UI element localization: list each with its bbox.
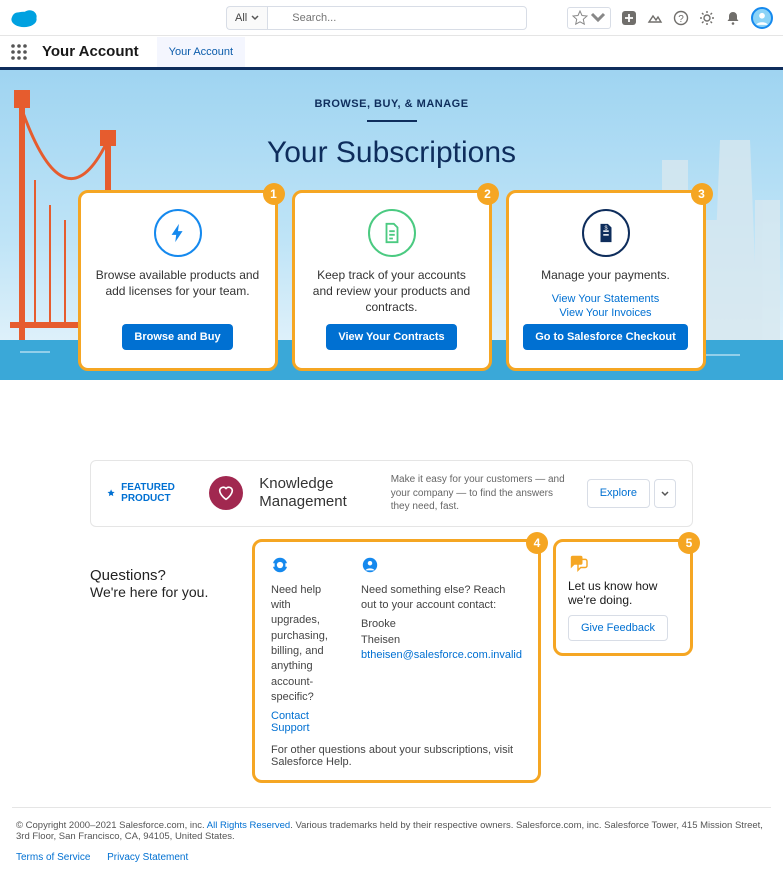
help-col-contact: Need something else? Reach out to your a… [361,556,522,734]
app-launcher-icon[interactable] [10,43,28,61]
help-footer: For other questions about your subscript… [271,744,522,768]
featured-title: Knowledge Management [259,475,374,511]
view-invoices-link[interactable]: View Your Invoices [552,307,659,319]
user-avatar[interactable] [751,7,773,29]
feedback-box: 5 Let us know how we're doing. Give Feed… [553,539,693,656]
star-icon [572,10,588,26]
card-payments: 3 $ Manage your payments. View Your Stat… [506,190,706,371]
bolt-icon [154,209,202,257]
callout-badge-2: 2 [477,183,499,205]
questions-subheading: We're here for you. [90,584,240,600]
hero-title: Your Subscriptions [0,136,783,170]
feedback-text: Let us know how we're doing. [568,579,678,607]
search-scope-dropdown[interactable]: All [226,6,267,30]
contact-support-link[interactable]: Contact Support [271,710,310,734]
callout-badge-1: 1 [263,183,285,205]
view-statements-link[interactable]: View Your Statements [552,293,659,305]
callout-badge-4: 4 [526,532,548,554]
avatar-icon [754,10,770,26]
salesforce-checkout-button[interactable]: Go to Salesforce Checkout [523,324,688,350]
gear-icon[interactable] [699,10,715,26]
document-icon [368,209,416,257]
person-icon [361,556,522,577]
invoice-icon: $ [582,209,630,257]
trailhead-icon[interactable] [647,10,663,26]
favorites-button[interactable] [567,7,611,29]
svg-text:?: ? [678,14,684,25]
explore-more-button[interactable] [654,479,676,508]
help-col-support: Need help with upgrades, purchasing, bil… [271,556,341,734]
support-icon [271,556,341,577]
explore-button[interactable]: Explore [587,479,650,508]
page-footer: © Copyright 2000–2021 Salesforce.com, in… [12,807,771,883]
help-icon[interactable]: ? [673,10,689,26]
salesforce-logo [10,8,38,28]
contact-first-name: Brooke [361,618,396,630]
svg-text:$: $ [604,225,607,231]
card-text: Manage your payments. [541,267,670,283]
global-search: All [226,6,527,30]
search-scope-label: All [235,12,247,24]
hero-eyebrow: BROWSE, BUY, & MANAGE [0,98,783,110]
hero-divider [367,120,417,122]
card-contracts: 2 Keep track of your accounts and review… [292,190,492,371]
search-input[interactable] [267,6,527,30]
terms-of-service-link[interactable]: Terms of Service [16,852,90,863]
salesforce-help-link[interactable]: Salesforce Help [271,756,349,768]
app-navbar: Your Account Your Account [0,36,783,70]
give-feedback-button[interactable]: Give Feedback [568,615,668,641]
help-box: 4 Need help with upgrades, purchasing, b… [252,539,541,783]
callout-badge-5: 5 [678,532,700,554]
featured-product: FEATURED PRODUCT Knowledge Management Ma… [90,460,693,527]
star-icon [107,487,115,499]
card-browse: 1 Browse available products and add lice… [78,190,278,371]
tab-your-account[interactable]: Your Account [157,37,245,70]
heart-icon [209,476,243,510]
chevron-down-icon [590,10,606,26]
callout-badge-3: 3 [691,183,713,205]
view-contracts-button[interactable]: View Your Contracts [326,324,456,350]
card-text: Keep track of your accounts and review y… [307,267,477,316]
subscription-cards: 1 Browse available products and add lice… [0,190,783,371]
featured-label: FEATURED PRODUCT [107,482,193,504]
bottom-section: Questions? We're here for you. 4 Need he… [0,539,783,799]
card-text: Browse available products and add licens… [93,267,263,299]
bell-icon[interactable] [725,10,741,26]
chat-icon [568,554,678,575]
browse-and-buy-button[interactable]: Browse and Buy [122,324,232,350]
hero-banner: BROWSE, BUY, & MANAGE Your Subscriptions… [0,70,783,380]
global-header: All ? [0,0,783,36]
all-rights-link[interactable]: All Rights Reserved [207,820,290,831]
copyright: © Copyright 2000–2021 Salesforce.com, in… [16,820,767,842]
contact-email-link[interactable]: btheisen@salesforce.com.invalid [361,649,522,661]
featured-description: Make it easy for your customers — and yo… [391,473,571,514]
app-name: Your Account [42,43,139,60]
privacy-statement-link[interactable]: Privacy Statement [107,852,188,863]
questions-heading: Questions? [90,567,240,584]
header-actions: ? [567,7,773,29]
plus-icon[interactable] [621,10,637,26]
chevron-down-icon [661,490,669,498]
chevron-down-icon [251,14,259,22]
